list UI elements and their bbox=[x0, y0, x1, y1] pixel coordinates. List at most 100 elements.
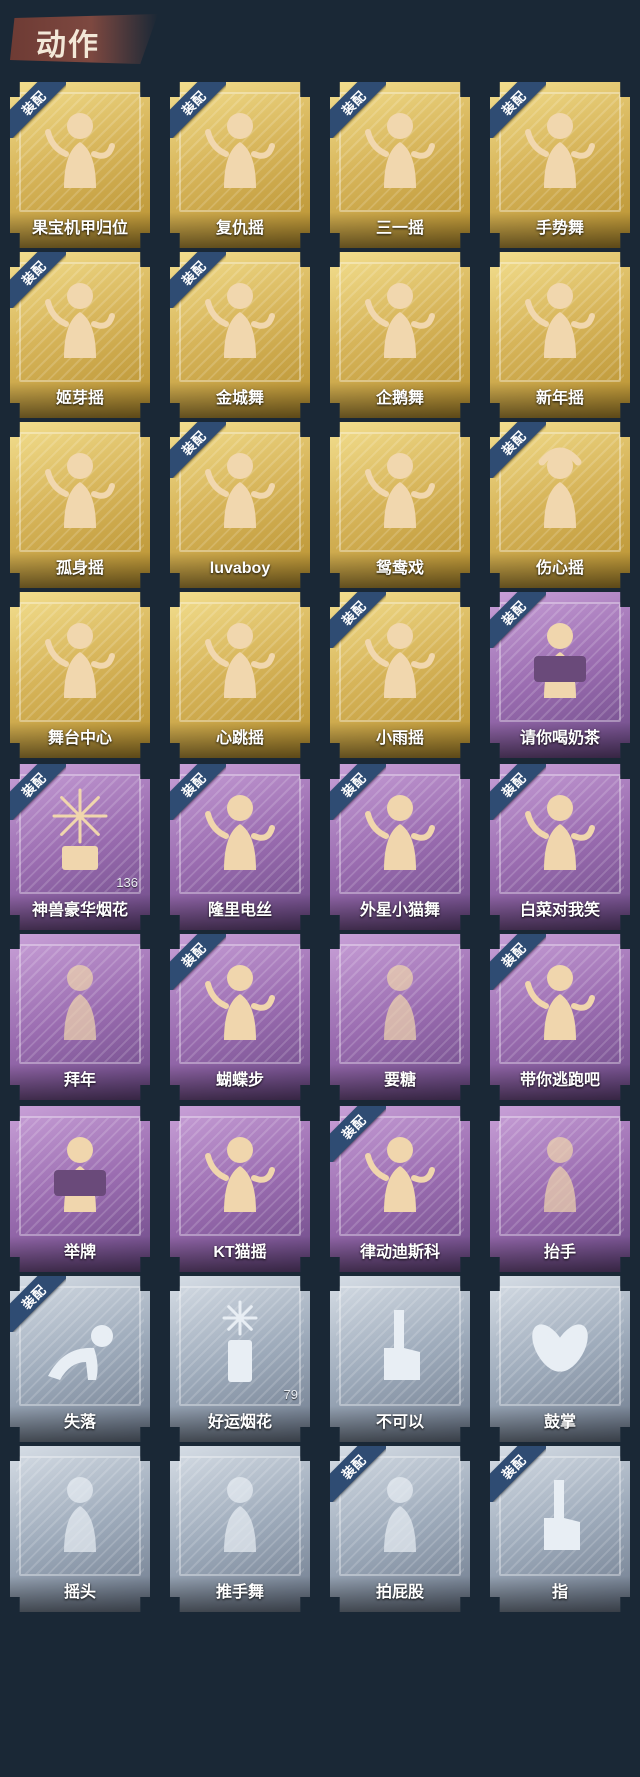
emote-card[interactable]: 企鹅舞 bbox=[326, 248, 474, 422]
dancer-figure-icon bbox=[45, 623, 115, 698]
emote-card[interactable]: 舞台中心 bbox=[6, 588, 154, 762]
emote-name: 推手舞 bbox=[215, 1584, 264, 1601]
emote-name: 隆里电丝 bbox=[207, 902, 272, 919]
emote-card[interactable]: 外星小猫舞 装配 bbox=[326, 760, 474, 934]
clapping-hands-icon bbox=[532, 1324, 588, 1372]
card-background: 79 好运烟花 bbox=[170, 1276, 310, 1442]
card-background: 心跳摇 bbox=[170, 592, 310, 758]
emote-name: 新年摇 bbox=[535, 390, 584, 407]
emote-name: 神兽豪华烟花 bbox=[31, 902, 128, 919]
equipped-badge-label: 装配 bbox=[490, 764, 546, 820]
emote-card[interactable]: 136 神兽豪华烟花 装配 bbox=[6, 760, 154, 934]
emote-card[interactable]: 指 装配 bbox=[486, 1442, 634, 1616]
emote-card[interactable]: 推手舞 bbox=[166, 1442, 314, 1616]
equipped-badge: 装配 bbox=[170, 252, 226, 308]
emote-name: 不可以 bbox=[375, 1414, 424, 1431]
emote-name: 失落 bbox=[63, 1414, 96, 1431]
equipped-badge-label: 装配 bbox=[170, 82, 226, 138]
emote-card[interactable]: 果宝机甲归位 装配 bbox=[6, 78, 154, 252]
emote-card[interactable]: 不可以 bbox=[326, 1272, 474, 1446]
equipped-badge: 装配 bbox=[10, 1276, 66, 1332]
emote-card[interactable]: 拜年 bbox=[6, 930, 154, 1104]
equipped-badge: 装配 bbox=[10, 82, 66, 138]
dancer-figure-icon bbox=[365, 283, 435, 358]
emote-card[interactable]: 三一摇 装配 bbox=[326, 78, 474, 252]
emote-card[interactable]: 姬芽摇 装配 bbox=[6, 248, 154, 422]
emote-card[interactable]: 要糖 bbox=[326, 930, 474, 1104]
equipped-badge: 装配 bbox=[490, 82, 546, 138]
emote-card[interactable]: 抬手 bbox=[486, 1102, 634, 1276]
emote-grid: 果宝机甲归位 装配 复仇摇 装配 三一摇 装配 手势舞 装配 姬芽摇 装配 金城舞 装配 企鹅舞 新年摇孤… bbox=[0, 0, 640, 1777]
emote-name: 企鹅舞 bbox=[375, 390, 424, 407]
emote-card[interactable]: luvaboy 装配 bbox=[166, 418, 314, 592]
dancer-figure-icon bbox=[525, 283, 595, 358]
item-count: 79 bbox=[283, 1387, 298, 1402]
card-background: 鸳鸯戏 bbox=[330, 422, 470, 588]
ghost-figure-icon bbox=[224, 1477, 256, 1552]
card-background: 孤身摇 bbox=[10, 422, 150, 588]
emote-card[interactable]: 拍屁股 装配 bbox=[326, 1442, 474, 1616]
emote-name: luvaboy bbox=[209, 560, 271, 577]
equipped-badge-label: 装配 bbox=[10, 764, 66, 820]
emote-card[interactable]: 心跳摇 bbox=[166, 588, 314, 762]
emote-name: 姬芽摇 bbox=[55, 390, 104, 407]
equipped-badge: 装配 bbox=[10, 252, 66, 308]
emote-name: 白菜对我笑 bbox=[519, 902, 600, 919]
emote-card[interactable]: 伤心摇 装配 bbox=[486, 418, 634, 592]
equipped-badge-label: 装配 bbox=[490, 934, 546, 990]
emote-card[interactable]: 失落 装配 bbox=[6, 1272, 154, 1446]
equipped-badge-label: 装配 bbox=[170, 252, 226, 308]
ghost-figure-icon bbox=[544, 1137, 576, 1212]
card-background: 舞台中心 bbox=[10, 592, 150, 758]
equipped-badge: 装配 bbox=[490, 422, 546, 478]
emote-card[interactable]: 新年摇 bbox=[486, 248, 634, 422]
emote-card[interactable]: KT猫摇 bbox=[166, 1102, 314, 1276]
emote-card[interactable]: 复仇摇 装配 bbox=[166, 78, 314, 252]
emote-name: 要糖 bbox=[383, 1072, 416, 1089]
emote-card[interactable]: 隆里电丝 装配 bbox=[166, 760, 314, 934]
dancer-figure-icon bbox=[205, 1137, 275, 1212]
equipped-badge: 装配 bbox=[330, 82, 386, 138]
equipped-badge: 装配 bbox=[10, 764, 66, 820]
emote-name: 复仇摇 bbox=[215, 220, 264, 237]
equipped-badge: 装配 bbox=[490, 592, 546, 648]
emote-card[interactable]: 摇头 bbox=[6, 1442, 154, 1616]
dancer-figure-icon bbox=[365, 453, 435, 528]
emote-card[interactable]: 孤身摇 bbox=[6, 418, 154, 592]
emote-card[interactable]: 带你逃跑吧 装配 bbox=[486, 930, 634, 1104]
emote-card[interactable]: 小雨摇 装配 bbox=[326, 588, 474, 762]
emote-card[interactable]: 金城舞 装配 bbox=[166, 248, 314, 422]
card-background: 要糖 bbox=[330, 934, 470, 1100]
emote-card[interactable]: 请你喝奶茶 装配 bbox=[486, 588, 634, 762]
equipped-badge-label: 装配 bbox=[330, 764, 386, 820]
emote-name: 律动迪斯科 bbox=[359, 1244, 440, 1261]
dancer-figure-icon bbox=[205, 623, 275, 698]
emote-card[interactable]: 举牌 bbox=[6, 1102, 154, 1276]
emote-name: 外星小猫舞 bbox=[359, 902, 440, 919]
emote-card[interactable]: 律动迪斯科 装配 bbox=[326, 1102, 474, 1276]
equipped-badge: 装配 bbox=[490, 934, 546, 990]
card-background: 不可以 bbox=[330, 1276, 470, 1442]
emote-card[interactable]: 鼓掌 bbox=[486, 1272, 634, 1446]
emote-card[interactable]: 白菜对我笑 装配 bbox=[486, 760, 634, 934]
card-background: 抬手 bbox=[490, 1106, 630, 1272]
equipped-badge-label: 装配 bbox=[490, 592, 546, 648]
emote-card[interactable]: 鸳鸯戏 bbox=[326, 418, 474, 592]
emote-card[interactable]: 79 好运烟花 bbox=[166, 1272, 314, 1446]
equipped-badge-label: 装配 bbox=[490, 422, 546, 478]
equipped-badge: 装配 bbox=[490, 1446, 546, 1502]
card-background: 拜年 bbox=[10, 934, 150, 1100]
card-background: 鼓掌 bbox=[490, 1276, 630, 1442]
card-background: 企鹅舞 bbox=[330, 252, 470, 418]
equipped-badge: 装配 bbox=[330, 592, 386, 648]
emote-name: 果宝机甲归位 bbox=[31, 220, 128, 237]
equipped-badge-label: 装配 bbox=[490, 1446, 546, 1502]
equipped-badge-label: 装配 bbox=[330, 592, 386, 648]
emote-name: 抬手 bbox=[543, 1244, 576, 1261]
emote-card[interactable]: 手势舞 装配 bbox=[486, 78, 634, 252]
emote-name: 伤心摇 bbox=[535, 560, 584, 577]
dancer-figure-icon bbox=[45, 453, 115, 528]
emote-card[interactable]: 蝴蝶步 装配 bbox=[166, 930, 314, 1104]
equipped-badge-label: 装配 bbox=[10, 252, 66, 308]
equipped-badge-label: 装配 bbox=[490, 82, 546, 138]
